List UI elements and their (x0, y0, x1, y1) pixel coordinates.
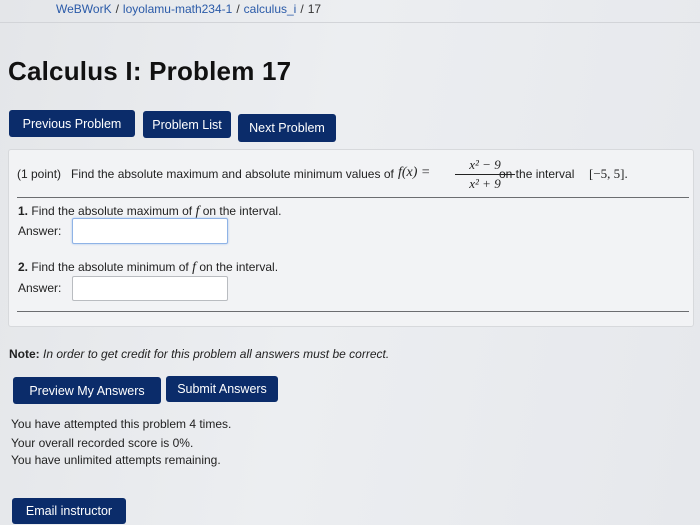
next-problem-button[interactable]: Next Problem (238, 114, 336, 142)
answers-divider (17, 311, 689, 312)
breadcrumb-separator: / (236, 2, 240, 16)
breadcrumb-set[interactable]: calculus_i (244, 2, 297, 16)
part-2-text: Find the absolute minimum of (31, 260, 189, 274)
part-1-number: 1. (18, 204, 29, 218)
remaining-status: You have unlimited attempts remaining. (11, 453, 221, 467)
part-1-answer-label: Answer: (18, 224, 62, 238)
part-2-prompt: 2. Find the absolute minimum of f on the… (18, 260, 278, 276)
part-1-text: Find the absolute maximum of (31, 204, 193, 218)
part-2-text-after: on the interval. (199, 260, 279, 274)
note-label: Note: (9, 347, 40, 361)
answer-2-input[interactable] (72, 276, 228, 301)
breadcrumb-separator: / (115, 2, 119, 16)
attempts-status: You have attempted this problem 4 times. (11, 417, 232, 431)
problem-interval-text: on the interval (499, 167, 575, 181)
part-2-answer-label: Answer: (18, 281, 62, 295)
email-instructor-button[interactable]: Email instructor (12, 498, 126, 524)
score-status: Your overall recorded score is 0%. (11, 436, 194, 450)
note-text: In order to get credit for this problem … (43, 347, 390, 361)
part-2-symbol: f (192, 260, 196, 275)
preview-answers-button[interactable]: Preview My Answers (13, 377, 161, 404)
statement-divider (17, 197, 689, 198)
submit-answers-button[interactable]: Submit Answers (166, 376, 278, 402)
answer-1-input[interactable] (72, 218, 228, 244)
problem-interval: [−5, 5]. (589, 166, 628, 181)
breadcrumb-problem: 17 (307, 2, 322, 16)
breadcrumb-separator: / (300, 2, 304, 16)
breadcrumb: WeBWorK / loyolamu-math234-1/calculus_i/17 (56, 2, 321, 16)
breadcrumb-course[interactable]: loyolamu-math234-1 (123, 2, 232, 16)
part-2-number: 2. (18, 260, 29, 274)
credit-note: Note: In order to get credit for this pr… (9, 347, 389, 361)
header-divider (0, 22, 700, 23)
part-1-text-after: on the interval. (202, 204, 282, 218)
page-title: Calculus I: Problem 17 (8, 56, 292, 86)
function-lhs: f(x) = (398, 165, 431, 180)
problem-points: (1 point) (17, 167, 62, 181)
breadcrumb-root[interactable]: WeBWorK (56, 2, 112, 16)
problem-list-button[interactable]: Problem List (143, 111, 231, 138)
problem-prompt: Find the absolute maximum and absolute m… (71, 167, 394, 181)
problem-statement: (1 point) Find the absolute maximum and … (17, 157, 687, 196)
part-1-symbol: f (195, 204, 200, 219)
previous-problem-button[interactable]: Previous Problem (9, 110, 135, 137)
